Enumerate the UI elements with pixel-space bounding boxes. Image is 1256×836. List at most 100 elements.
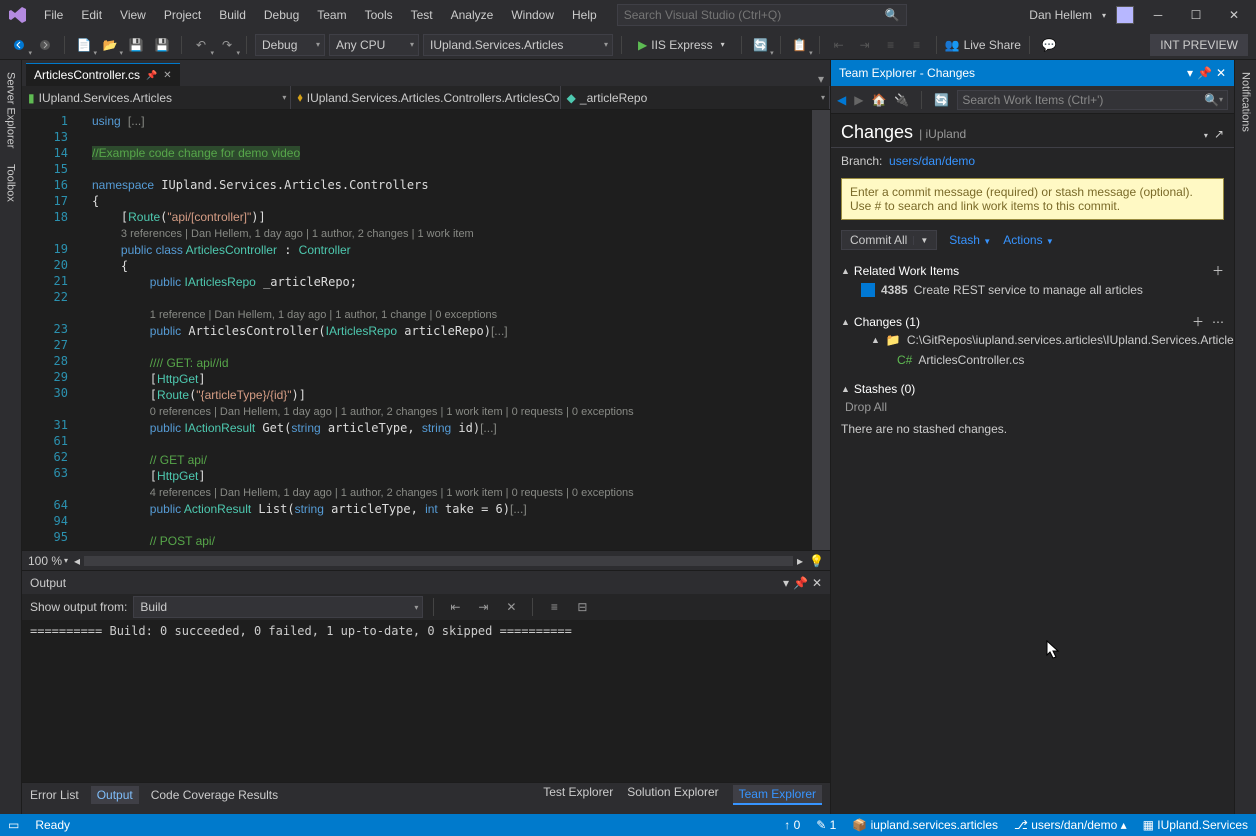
avatar[interactable]	[1116, 6, 1134, 24]
te-forward-icon[interactable]: ▶	[854, 93, 863, 107]
code-area[interactable]: using [...] //Example code change for de…	[92, 110, 812, 550]
output-locate-icon[interactable]: ⊟	[571, 596, 593, 618]
pin-icon[interactable]: 📌	[146, 70, 157, 81]
toolbox-tab[interactable]: Toolbox	[3, 158, 19, 208]
output-close-icon[interactable]: ✕	[812, 576, 822, 590]
uncomment-button[interactable]: ≡	[906, 34, 928, 56]
te-close-icon[interactable]: ✕	[1216, 66, 1226, 80]
changes-header[interactable]: ▲Changes (1)＋⋯	[841, 313, 1224, 330]
tab-error-list[interactable]: Error List	[30, 788, 79, 802]
commit-all-button[interactable]: Commit All▼	[841, 230, 937, 250]
menu-view[interactable]: View	[112, 4, 154, 26]
notifications-tab[interactable]: Notifications	[1238, 66, 1254, 138]
change-folder-row[interactable]: ▲📁C:\GitRepos\iupland.services.articles\…	[841, 330, 1224, 350]
lightbulb-icon[interactable]: 💡	[809, 554, 824, 568]
forward-button[interactable]	[34, 34, 56, 56]
redo-button[interactable]: ↷	[216, 34, 238, 56]
te-refresh-icon[interactable]: 🔄	[934, 93, 949, 107]
menu-build[interactable]: Build	[211, 4, 254, 26]
zoom-level[interactable]: 100 %	[28, 554, 62, 568]
liveshare-button[interactable]: 👥Live Share	[945, 38, 1021, 52]
drop-all-link[interactable]: Drop All	[841, 396, 1224, 418]
te-connect-icon[interactable]: 🔌	[894, 93, 909, 107]
toggle-wrap-icon[interactable]: ⇥	[472, 596, 494, 618]
stage-all-icon[interactable]: ＋	[1192, 313, 1204, 330]
save-button[interactable]: 💾	[125, 34, 147, 56]
te-back-icon[interactable]: ◀	[837, 93, 846, 107]
maximize-button[interactable]: ☐	[1182, 4, 1210, 26]
save-all-button[interactable]: 💾	[151, 34, 173, 56]
output-pin-icon[interactable]: 📌	[793, 576, 808, 590]
open-button[interactable]: 📂	[99, 34, 121, 56]
status-branch[interactable]: ⎇ users/dan/demo ▴	[1014, 818, 1127, 832]
menu-help[interactable]: Help	[564, 4, 605, 26]
add-work-item-icon[interactable]: ＋	[1212, 262, 1224, 279]
hscroll-right-icon[interactable]: ▸	[797, 554, 803, 568]
vertical-scrollbar[interactable]	[812, 110, 830, 550]
close-tab-icon[interactable]: ✕	[163, 70, 171, 81]
status-push[interactable]: ↑ 0	[784, 818, 800, 832]
hscroll-left-icon[interactable]: ◂	[74, 554, 80, 568]
clear-output-icon[interactable]: ⇤	[444, 596, 466, 618]
quick-launch[interactable]: 🔍	[617, 4, 907, 26]
fold-gutter[interactable]	[78, 110, 92, 550]
new-project-button[interactable]: 📄	[73, 34, 95, 56]
actions-link[interactable]: Actions ▼	[1003, 233, 1054, 247]
menu-debug[interactable]: Debug	[256, 4, 307, 26]
menu-analyze[interactable]: Analyze	[443, 4, 502, 26]
status-repo[interactable]: 📦 iupland.services.articles	[852, 818, 998, 832]
document-tab[interactable]: ArticlesController.cs 📌 ✕	[26, 63, 180, 86]
horizontal-scrollbar[interactable]	[84, 556, 793, 566]
branch-link[interactable]: users/dan/demo	[889, 154, 975, 168]
tab-team-explorer[interactable]: Team Explorer	[733, 785, 822, 805]
server-explorer-tab[interactable]: Server Explorer	[3, 66, 19, 154]
menu-file[interactable]: File	[36, 4, 71, 26]
menu-tools[interactable]: Tools	[357, 4, 401, 26]
indent-less-button[interactable]: ⇤	[828, 34, 850, 56]
stash-link[interactable]: Stash ▼	[949, 233, 991, 247]
output-clear-icon[interactable]: ✕	[500, 596, 522, 618]
minimize-button[interactable]: ─	[1144, 4, 1172, 26]
te-home-icon[interactable]: 🏠	[871, 93, 886, 107]
user-dropdown-icon[interactable]: ▾	[1102, 11, 1106, 20]
browser-link-button[interactable]: 🔄	[750, 34, 772, 56]
te-undock-icon[interactable]: ↗	[1214, 127, 1224, 141]
nav-member[interactable]: ◆_articleRepo	[561, 86, 830, 109]
quick-launch-input[interactable]	[624, 8, 885, 22]
menu-team[interactable]: Team	[309, 4, 354, 26]
tab-overflow-icon[interactable]: ▾	[812, 72, 830, 86]
change-file-row[interactable]: C#ArticlesController.cs	[841, 350, 1224, 370]
startup-project-combo[interactable]: IUpland.Services.Articles	[423, 34, 613, 56]
feedback-button[interactable]: 💬	[1038, 34, 1060, 56]
te-page-menu-icon[interactable]: ▾	[1204, 131, 1208, 140]
undo-button[interactable]: ↶	[190, 34, 212, 56]
commit-message-input[interactable]: Enter a commit message (required) or sta…	[841, 178, 1224, 220]
menu-window[interactable]: Window	[503, 4, 562, 26]
menu-project[interactable]: Project	[156, 4, 209, 26]
user-name[interactable]: Dan Hellem	[1029, 8, 1092, 22]
step-button[interactable]: 📋	[789, 34, 811, 56]
tab-code-coverage[interactable]: Code Coverage Results	[151, 788, 278, 802]
nav-class[interactable]: ⬧IUpland.Services.Articles.Controllers.A…	[291, 86, 560, 109]
comment-button[interactable]: ≡	[880, 34, 902, 56]
menu-edit[interactable]: Edit	[73, 4, 110, 26]
back-button[interactable]	[8, 34, 30, 56]
commit-dropdown-icon[interactable]: ▼	[913, 236, 928, 245]
status-project[interactable]: ▦ IUpland.Services	[1143, 818, 1248, 832]
close-button[interactable]: ✕	[1220, 4, 1248, 26]
output-body[interactable]: ========== Build: 0 succeeded, 0 failed,…	[22, 620, 830, 782]
tab-test-explorer[interactable]: Test Explorer	[543, 785, 613, 805]
stashes-header[interactable]: ▲Stashes (0)	[841, 382, 1224, 396]
te-search[interactable]: Search Work Items (Ctrl+') 🔍▾	[957, 90, 1228, 110]
changes-menu-icon[interactable]: ⋯	[1212, 315, 1224, 329]
indent-more-button[interactable]: ⇥	[854, 34, 876, 56]
tab-output[interactable]: Output	[91, 786, 139, 804]
platform-combo[interactable]: Any CPU	[329, 34, 419, 56]
menu-test[interactable]: Test	[403, 4, 441, 26]
output-list-icon[interactable]: ≡	[543, 596, 565, 618]
output-source-combo[interactable]: Build	[133, 596, 423, 618]
editor[interactable]: 1131415161718 19202122 2327282930 316162…	[22, 110, 830, 550]
related-work-items-header[interactable]: ▲Related Work Items＋	[841, 262, 1224, 279]
te-dropdown-icon[interactable]: ▾	[1187, 66, 1193, 80]
work-item-row[interactable]: 4385 Create REST service to manage all a…	[841, 279, 1224, 301]
